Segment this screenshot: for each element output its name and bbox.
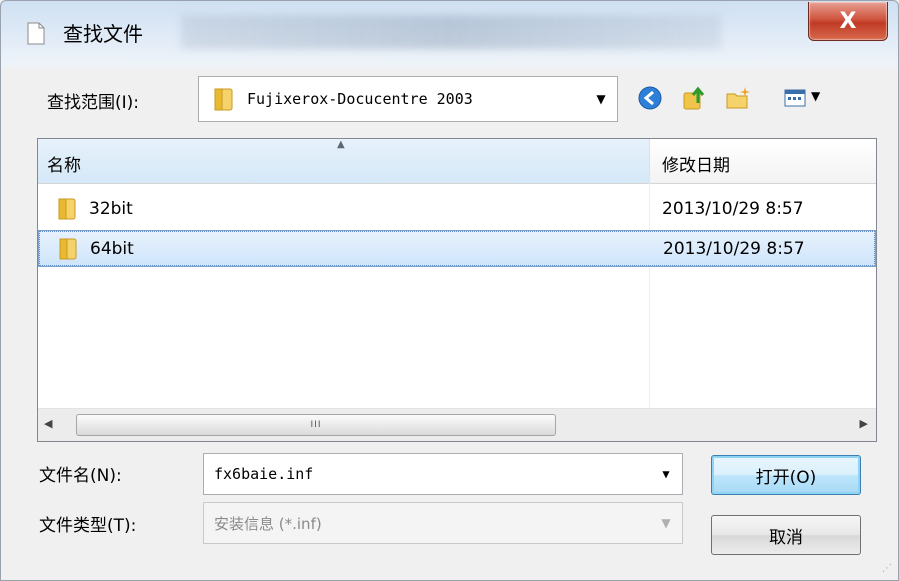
filename-label: 文件名(N): <box>39 466 122 486</box>
view-menu-icon[interactable] <box>783 85 809 111</box>
filename-input[interactable]: fx6baie.inf ▼ <box>203 453 683 495</box>
window-title: 查找文件 <box>63 22 143 46</box>
file-name: 32bit <box>89 199 133 219</box>
look-in-label: 查找范围(I): <box>47 93 140 113</box>
list-item[interactable]: 32bit 2013/10/29 8:57 <box>38 191 876 228</box>
view-dropdown-arrow-icon[interactable]: ▼ <box>811 89 820 103</box>
folder-icon <box>214 88 233 111</box>
cancel-button[interactable]: 取消 <box>711 515 861 555</box>
scroll-left-icon[interactable]: ◀ <box>44 417 52 430</box>
filename-value: fx6baie.inf <box>214 465 314 483</box>
column-header-date[interactable]: 修改日期 <box>650 139 876 183</box>
scroll-thumb[interactable]: III <box>76 414 556 436</box>
blurred-background <box>181 15 721 49</box>
list-item[interactable]: 64bit 2013/10/29 8:57 <box>38 230 876 267</box>
list-header: 名称 ▲ 修改日期 <box>38 139 876 184</box>
find-file-dialog: 查找文件 X 查找范围(I): Fujixerox-Docucentre 200… <box>0 0 899 581</box>
new-folder-icon[interactable] <box>725 85 751 111</box>
open-button[interactable]: 打开(O) <box>711 455 861 495</box>
file-date: 2013/10/29 8:57 <box>662 199 804 219</box>
column-header-name[interactable]: 名称 ▲ <box>38 139 650 183</box>
up-folder-icon[interactable] <box>681 85 707 111</box>
horizontal-scrollbar[interactable]: ◀ III ▶ <box>38 408 876 441</box>
filetype-select[interactable]: 安装信息 (*.inf) ▼ <box>203 502 683 544</box>
file-name: 64bit <box>90 239 134 259</box>
filetype-label: 文件类型(T): <box>39 516 137 536</box>
document-icon <box>27 22 45 45</box>
resize-grip-icon[interactable]: ⋰ <box>882 563 892 574</box>
file-date: 2013/10/29 8:57 <box>663 239 805 259</box>
close-icon: X <box>839 8 857 34</box>
sort-ascending-icon: ▲ <box>337 139 345 150</box>
dropdown-arrow-icon[interactable]: ▼ <box>656 503 676 543</box>
folder-icon <box>59 238 77 260</box>
look-in-dropdown[interactable]: Fujixerox-Docucentre 2003 ▼ <box>198 76 618 122</box>
filetype-value: 安装信息 (*.inf) <box>214 514 322 533</box>
scroll-right-icon[interactable]: ▶ <box>860 417 868 430</box>
back-icon[interactable] <box>637 85 663 111</box>
folder-icon <box>58 198 76 220</box>
dropdown-arrow-icon[interactable]: ▼ <box>656 454 676 494</box>
look-in-value: Fujixerox-Docucentre 2003 <box>247 90 473 108</box>
close-button[interactable]: X <box>808 2 888 41</box>
dropdown-arrow-icon[interactable]: ▼ <box>591 77 611 121</box>
file-list[interactable]: 名称 ▲ 修改日期 32bit 2013/10/29 8:57 64bit 20… <box>37 138 877 442</box>
